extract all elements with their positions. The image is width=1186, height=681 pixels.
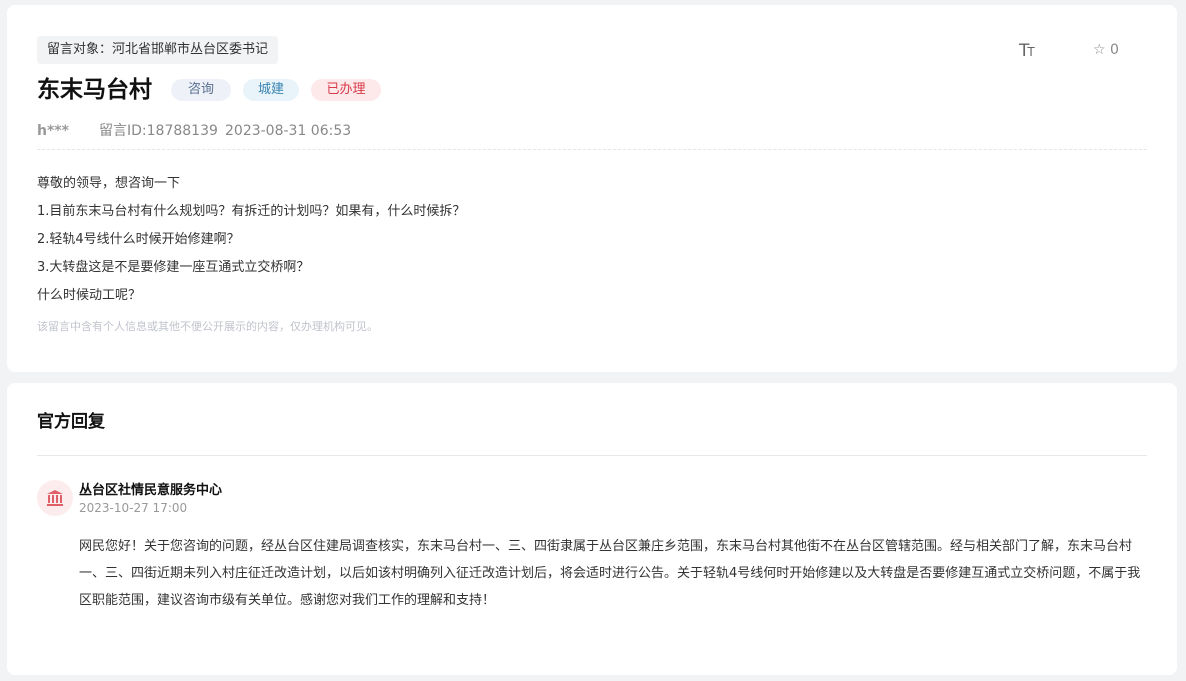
reply-org-name: 丛台区社情民意服务中心 (79, 483, 223, 498)
official-reply-card: 官方回复 丛台区社情民意服务中心 2023-10-27 17:00 网民您好！关… (7, 383, 1177, 675)
message-body-line: 什么时候动工呢？ (37, 288, 142, 303)
reply-text: 网民您好！关于您咨询的问题，经丛台区住建局调查核实，东末马台村一、三、四街隶属于… (79, 539, 1141, 608)
message-target-label: 留言对象：河北省邯郸市丛台区委书记 (37, 36, 279, 64)
message-body: 尊敬的领导，想咨询一下 1.目前东末马台村有什么规划吗？有拆迁的计划吗？如果有，… (37, 173, 465, 313)
font-size-small-glyph: T (1027, 45, 1034, 59)
message-body-line: 尊敬的领导，想咨询一下 (37, 176, 181, 191)
message-body-line: 2.轻轨4号线什么时候开始修建啊？ (37, 232, 240, 247)
author-name: h*** (37, 123, 69, 139)
message-id: 留言ID:18788139 (99, 123, 218, 139)
reply-date: 2023-10-27 17:00 (79, 501, 188, 515)
message-date: 2023-08-31 06:53 (225, 123, 352, 139)
avatar (37, 480, 73, 516)
message-body-line: 3.大转盘这是不是要修建一座互通式立交桥啊？ (37, 260, 310, 275)
message-card: 留言对象：河北省邯郸市丛台区委书记 东末马台村 咨询 城建 已办理 TT ☆ 0… (7, 5, 1177, 372)
page-title: 东末马台村 (37, 77, 152, 103)
message-body-line: 1.目前东末马台村有什么规划吗？有拆迁的计划吗？如果有，什么时候拆？ (37, 204, 466, 219)
font-size-toggle-icon[interactable]: TT (1019, 41, 1035, 61)
divider (37, 455, 1147, 456)
star-icon: ☆ (1093, 42, 1106, 58)
status-badge: 已办理 (311, 79, 381, 101)
reply-section-title: 官方回复 (37, 412, 105, 432)
favorite-button[interactable]: ☆ 0 (1093, 42, 1119, 58)
category-tag-consult: 咨询 (171, 79, 231, 101)
divider (37, 149, 1147, 150)
favorite-count: 0 (1110, 42, 1119, 58)
category-tag-urban-construction: 城建 (243, 79, 299, 101)
government-building-icon (47, 490, 63, 506)
privacy-note: 该留言中含有个人信息或其他不便公开展示的内容，仅办理机构可见。 (37, 320, 378, 333)
